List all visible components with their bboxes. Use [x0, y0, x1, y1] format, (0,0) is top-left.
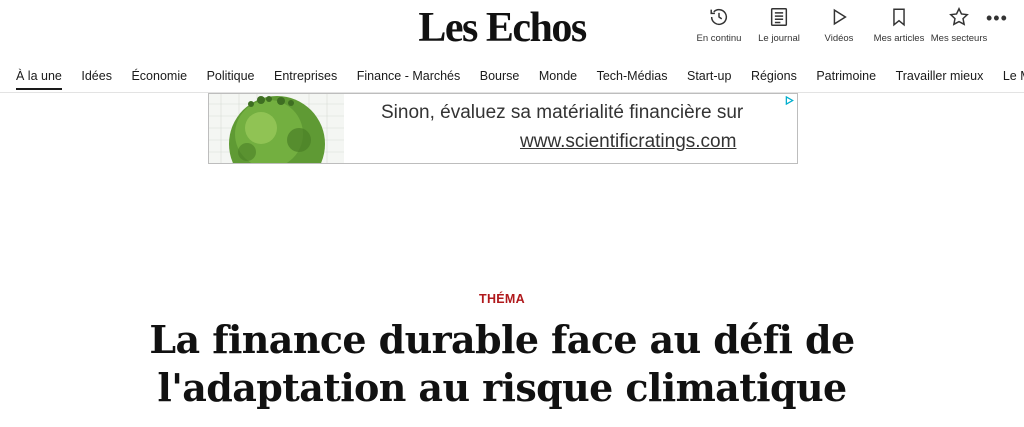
le-journal-button[interactable]: Le journal — [752, 6, 806, 44]
tool-label: Le journal — [758, 33, 800, 44]
tool-label: Vidéos — [824, 33, 854, 44]
nav-item-finance-marches[interactable]: Finance - Marchés — [357, 69, 461, 83]
nav-item-monde[interactable]: Monde — [539, 69, 577, 83]
nav-item-economie[interactable]: Économie — [131, 69, 187, 83]
ad-link[interactable]: www.scientificratings.com — [520, 131, 736, 153]
ad-text-line1[interactable]: Sinon, évaluez sa matérialité financière… — [381, 102, 743, 124]
article-rubric[interactable]: THÉMA — [0, 292, 1004, 306]
header-tools: En continu Le journal Vidéos Mes article… — [692, 6, 988, 44]
ad-globe-image — [209, 94, 344, 163]
adchoices-icon[interactable] — [785, 96, 794, 105]
bookmark-icon — [893, 8, 905, 27]
mes-articles-button[interactable]: Mes articles — [872, 6, 926, 44]
nav-item-a-la-une[interactable]: À la une — [16, 69, 62, 90]
en-continu-button[interactable]: En continu — [692, 6, 746, 44]
ad-banner[interactable]: Sinon, évaluez sa matérialité financière… — [208, 93, 798, 164]
nav-item-idees[interactable]: Idées — [81, 69, 112, 83]
more-dots-icon[interactable]: ••• — [986, 9, 1010, 27]
newspaper-icon — [770, 8, 788, 26]
star-icon — [949, 7, 969, 26]
clock-history-icon — [710, 9, 728, 26]
tool-label: Mes articles — [873, 33, 925, 44]
videos-button[interactable]: Vidéos — [812, 6, 866, 44]
nav-item-entreprises[interactable]: Entreprises — [274, 69, 337, 83]
main-nav: À la une Idées Économie Politique Entrep… — [0, 60, 1024, 93]
article-title-line2: l'adaptation au risque climatique — [157, 365, 847, 410]
nav-item-travailler-mieux[interactable]: Travailler mieux — [896, 69, 984, 83]
nav-item-patrimoine[interactable]: Patrimoine — [816, 69, 876, 83]
article-title: La finance durable face au défi de l'ada… — [0, 316, 1004, 412]
mes-secteurs-button[interactable]: Mes secteurs — [930, 6, 988, 44]
nav-item-start-up[interactable]: Start-up — [687, 69, 731, 83]
tool-label: En continu — [696, 33, 742, 44]
nav-item-le-mag-we[interactable]: Le Mag W-E — [1003, 69, 1024, 83]
play-icon — [833, 8, 847, 26]
tool-label: Mes secteurs — [930, 33, 988, 44]
article-title-line1: La finance durable face au défi de — [149, 317, 855, 362]
nav-item-regions[interactable]: Régions — [751, 69, 797, 83]
nav-item-tech-medias[interactable]: Tech-Médias — [597, 69, 668, 83]
nav-item-politique[interactable]: Politique — [207, 69, 255, 83]
nav-item-bourse[interactable]: Bourse — [480, 69, 520, 83]
